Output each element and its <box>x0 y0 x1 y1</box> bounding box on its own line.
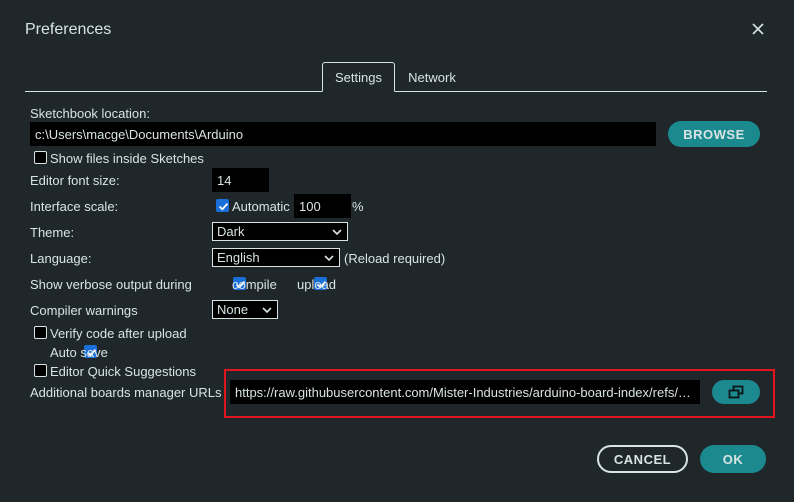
browse-button[interactable]: BROWSE <box>668 121 760 147</box>
interface-scale-input[interactable]: 100 <box>294 194 351 218</box>
open-window-icon <box>728 385 744 399</box>
verify-after-upload-checkbox[interactable] <box>34 326 47 339</box>
compiler-warnings-select[interactable]: None <box>212 300 278 319</box>
compiler-warnings-label: Compiler warnings <box>30 303 138 318</box>
language-label: Language: <box>30 251 92 266</box>
compiler-warnings-value: None <box>217 302 249 317</box>
interface-scale-unit: % <box>352 199 364 214</box>
auto-save-label: Auto save <box>50 345 108 360</box>
close-button[interactable] <box>749 20 767 38</box>
font-size-label: Editor font size: <box>30 173 120 188</box>
theme-select[interactable]: Dark <box>212 222 348 241</box>
interface-scale-label: Interface scale: <box>30 199 119 214</box>
boards-urls-label: Additional boards manager URLs <box>30 385 222 400</box>
sketchbook-location-input[interactable]: c:\Users\macge\Documents\Arduino <box>30 122 656 146</box>
chevron-down-icon <box>332 228 342 235</box>
sketchbook-location-label: Sketchbook location: <box>30 106 150 121</box>
chevron-down-icon <box>262 306 272 313</box>
show-files-label: Show files inside Sketches <box>50 151 204 166</box>
tab-network[interactable]: Network <box>397 62 467 92</box>
chevron-down-icon <box>324 254 334 261</box>
check-icon <box>218 202 229 211</box>
quick-suggestions-label: Editor Quick Suggestions <box>50 364 196 379</box>
automatic-scale-label: Automatic <box>232 199 290 214</box>
show-files-checkbox[interactable] <box>34 151 47 164</box>
quick-suggestions-checkbox[interactable] <box>34 364 47 377</box>
ok-button[interactable]: OK <box>700 445 766 473</box>
verbose-output-label: Show verbose output during <box>30 277 192 292</box>
close-icon[interactable] <box>749 20 767 38</box>
language-select[interactable]: English <box>212 248 340 267</box>
font-size-input[interactable]: 14 <box>212 168 269 192</box>
tabs-divider <box>25 91 767 92</box>
language-select-value: English <box>217 250 260 265</box>
tab-settings[interactable]: Settings <box>322 62 395 92</box>
verbose-upload-label: upload <box>297 277 337 292</box>
automatic-scale-checkbox[interactable] <box>216 199 229 212</box>
cancel-button[interactable]: CANCEL <box>597 445 688 473</box>
verify-after-upload-label: Verify code after upload <box>50 326 187 341</box>
dialog-title: Preferences <box>25 21 112 38</box>
language-note: (Reload required) <box>344 251 446 266</box>
theme-label: Theme: <box>30 225 75 240</box>
verbose-compile-label: compile <box>232 277 277 292</box>
theme-select-value: Dark <box>217 224 245 239</box>
boards-urls-input[interactable]: https://raw.githubusercontent.com/Mister… <box>230 380 700 404</box>
edit-urls-button[interactable] <box>712 380 760 404</box>
